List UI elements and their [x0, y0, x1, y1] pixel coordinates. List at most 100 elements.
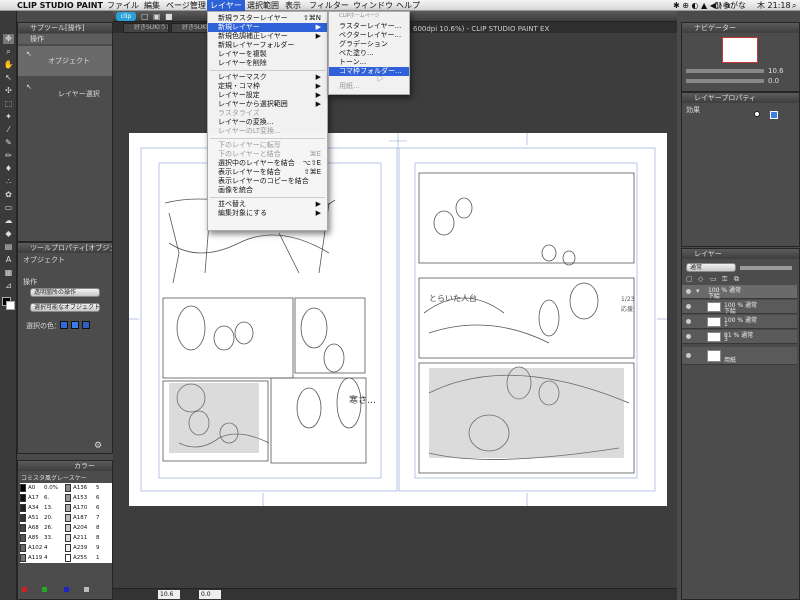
new-layer-submenu-item[interactable]: コマ枠フォルダー... — [329, 67, 409, 76]
palette-cell[interactable]: A136 — [73, 484, 95, 492]
blend-mode-dropdown[interactable]: 通常 — [686, 263, 736, 272]
palette-cell[interactable]: 4 — [44, 554, 64, 562]
gradient-tool-icon[interactable]: ▤ — [3, 242, 14, 252]
palette-swatch[interactable] — [20, 534, 26, 542]
pencil-tool-icon[interactable]: ✏ — [3, 151, 14, 161]
operation-tool-icon[interactable]: ↖ — [3, 73, 14, 83]
text-tool-icon[interactable]: A — [3, 255, 14, 265]
clock[interactable]: 木 21:18 — [754, 0, 794, 11]
select-color-swatch-1[interactable] — [60, 321, 68, 329]
palette-swatch[interactable] — [20, 554, 26, 562]
palette-cell[interactable]: A153 — [73, 494, 95, 502]
layer-menu-item[interactable]: レイヤーマスク ▶ — [208, 73, 327, 82]
red-marker-icon[interactable] — [22, 587, 27, 592]
zoom-tool-icon[interactable]: ⌕ — [3, 47, 14, 57]
eraser-tool-icon[interactable]: ▭ — [3, 203, 14, 213]
palette-swatch[interactable] — [20, 494, 26, 502]
eyedropper-tool-icon[interactable]: ⁄ — [3, 125, 14, 135]
palette-swatch[interactable] — [65, 514, 71, 522]
palette-cell[interactable]: A239 — [73, 544, 95, 552]
sub-color-swatch[interactable] — [6, 301, 15, 310]
pen-tool-icon[interactable]: ✎ — [3, 138, 14, 148]
rotate-slider[interactable] — [686, 79, 764, 83]
palette-cell[interactable]: A119 — [28, 554, 44, 562]
palette-cell[interactable]: 6 — [96, 504, 110, 512]
menu-view[interactable]: 表示 — [282, 0, 304, 11]
palette-swatch[interactable] — [65, 534, 71, 542]
select-color-swatch-3[interactable] — [82, 321, 90, 329]
app-menu[interactable]: CLIP STUDIO PAINT — [14, 0, 106, 11]
palette-swatch[interactable] — [65, 554, 71, 562]
move-layer-tool-icon[interactable]: ✣ — [3, 86, 14, 96]
palette-cell[interactable]: A170 — [73, 504, 95, 512]
new-layer-submenu-item[interactable]: トーン... — [329, 58, 409, 67]
palette-swatch[interactable] — [20, 504, 26, 512]
gray-marker-icon[interactable] — [84, 587, 89, 592]
palette-swatch[interactable] — [65, 504, 71, 512]
menu-edit[interactable]: 編集 — [141, 0, 163, 11]
green-marker-icon[interactable] — [42, 587, 47, 592]
airbrush-tool-icon[interactable]: ∴ — [3, 177, 14, 187]
palette-cell[interactable]: 6. — [44, 494, 64, 502]
frame-tool-icon[interactable]: ▦ — [3, 268, 14, 278]
new-layer-submenu-item[interactable]: べた塗り... — [329, 49, 409, 58]
layer-menu-item[interactable]: 表示レイヤーを結合 ⇧⌘E — [208, 168, 327, 177]
layer-menu-item[interactable]: レイヤーの変換... — [208, 118, 327, 127]
layer-color-icon[interactable] — [770, 111, 778, 119]
palette-cell[interactable]: 33. — [44, 534, 64, 542]
palette-title[interactable]: コミスタ風グレースケー — [21, 473, 87, 482]
palette-cell[interactable]: 9 — [96, 544, 110, 552]
layer-menu-item[interactable]: 新規レイヤーフォルダー — [208, 41, 327, 50]
palette-swatch[interactable] — [20, 484, 26, 492]
layer-row-3[interactable]: 81 % 通常 3 — [682, 330, 797, 344]
palette-cell[interactable]: 1 — [96, 554, 110, 562]
palette-cell[interactable]: 20. — [44, 514, 64, 522]
menu-selection[interactable]: 選択範囲 — [244, 0, 282, 11]
clip-logo-icon[interactable]: clip — [116, 12, 136, 21]
visibility-eye-icon[interactable] — [686, 334, 691, 339]
palette-swatch[interactable] — [65, 544, 71, 552]
layer-menu-item[interactable]: 表示レイヤーのコピーを結合 — [208, 177, 327, 186]
visibility-eye-icon[interactable] — [686, 289, 691, 294]
visibility-eye-icon[interactable] — [686, 304, 691, 309]
palette-cell[interactable]: A187 — [73, 514, 95, 522]
palette-cell[interactable]: A68 — [28, 524, 44, 532]
apple-icon[interactable] — [2, 0, 8, 11]
layer-row-2[interactable]: 100 % 通常 1 — [682, 315, 797, 329]
input-method[interactable]: ひらがな — [711, 0, 749, 11]
select-tool-icon[interactable]: ⬚ — [3, 99, 14, 109]
save-icon[interactable]: ■ — [165, 12, 173, 21]
layer-menu-item[interactable]: 新規レイヤー ▶ — [208, 23, 327, 32]
palette-swatch[interactable] — [20, 514, 26, 522]
visibility-eye-icon[interactable] — [686, 353, 691, 358]
zoom-field[interactable]: 10.6 — [158, 590, 180, 599]
layer-menu-item[interactable]: 定規・コマ枠 ▶ — [208, 82, 327, 91]
brush-tool-icon[interactable]: ♦ — [3, 164, 14, 174]
lock-icon[interactable]: ⚿ — [722, 275, 727, 284]
palette-swatch[interactable] — [20, 544, 26, 552]
blend-tool-icon[interactable]: ☁ — [3, 216, 14, 226]
palette-cell[interactable]: A34 — [28, 504, 44, 512]
blue-marker-icon[interactable] — [64, 587, 69, 592]
menu-page-manage[interactable]: ページ管理 — [163, 0, 209, 11]
visibility-eye-icon[interactable] — [686, 319, 691, 324]
border-effect-icon[interactable] — [754, 111, 760, 117]
layer-menu-item[interactable]: 並べ替え ▶ — [208, 200, 327, 209]
palette-cell[interactable]: 7 — [96, 514, 110, 522]
palette-cell[interactable]: A51 — [28, 514, 44, 522]
layer-row-1[interactable]: 100 % 通常 下絵 — [682, 300, 797, 315]
wand-tool-icon[interactable]: ✦ — [3, 112, 14, 122]
palette-cell[interactable]: 8 — [96, 524, 110, 532]
palette-cell[interactable]: 0.0% — [44, 484, 64, 492]
layer-menu-item[interactable]: レイヤーから選択範囲 ▶ — [208, 100, 327, 109]
palette-cell[interactable]: A255 — [73, 554, 95, 562]
menu-window[interactable]: ウィンドウ — [350, 0, 396, 11]
palette-swatch[interactable] — [20, 524, 26, 532]
palette-swatch[interactable] — [65, 494, 71, 502]
layer-menu-item[interactable]: レイヤーを複製 — [208, 50, 327, 59]
palette-cell[interactable]: A85 — [28, 534, 44, 542]
spotlight-icon[interactable]: ⌕ — [789, 0, 799, 11]
palette-cell[interactable]: 6 — [96, 494, 110, 502]
palette-cell[interactable]: A17 — [28, 494, 44, 502]
document-tab-1[interactable]: 好きSUKIうさ — [123, 23, 169, 33]
